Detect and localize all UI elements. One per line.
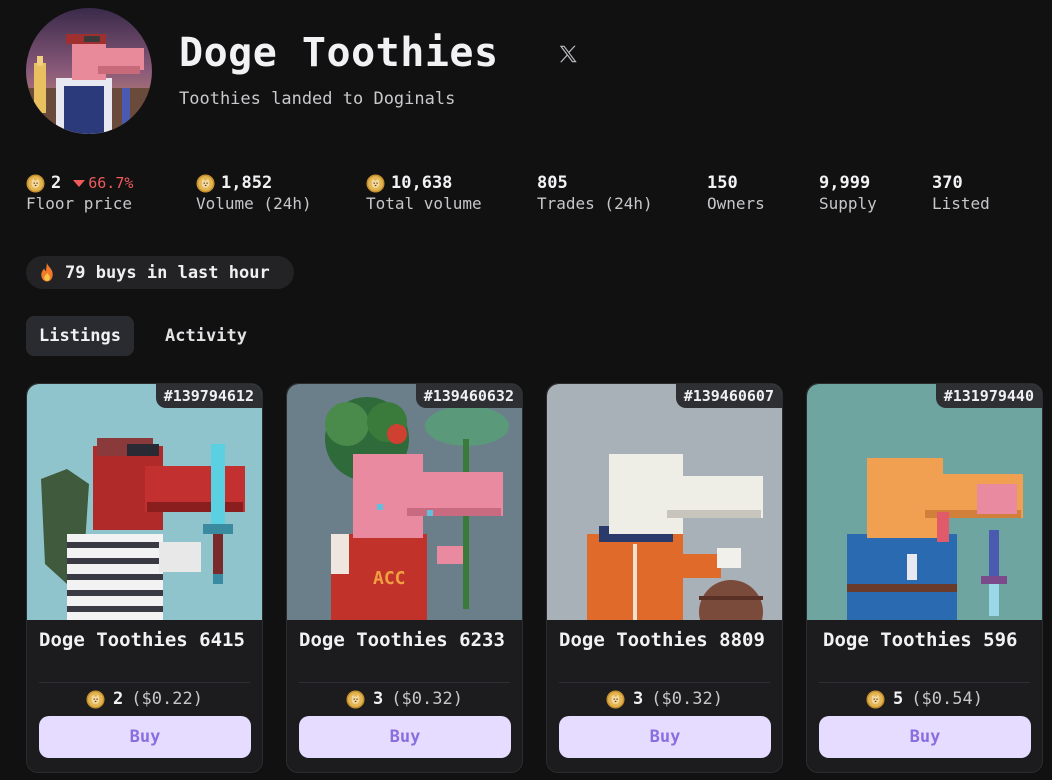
fire-icon — [41, 263, 53, 282]
buy-button[interactable]: Buy — [819, 716, 1031, 758]
divider — [299, 682, 510, 683]
doge-coin-icon — [366, 174, 385, 193]
buy-button[interactable]: Buy — [559, 716, 771, 758]
floor-price-value: 2 — [51, 173, 62, 193]
listing-name: Doge Toothies 8809 — [559, 629, 765, 651]
price-amount: 5 — [893, 689, 904, 709]
listing-price: 5 ($0.54) — [807, 689, 1042, 709]
stat-supply: 9,999 Supply — [819, 172, 877, 213]
buy-button[interactable]: Buy — [39, 716, 251, 758]
stat-label: Supply — [819, 194, 877, 213]
stat-floor-price: 2 66.7% Floor price — [26, 172, 133, 213]
doge-coin-icon — [606, 690, 625, 709]
listing-name: Doge Toothies 6233 — [299, 629, 505, 651]
doge-coin-icon — [196, 174, 215, 193]
recent-buys-pill: 79 buys in last hour — [26, 256, 294, 289]
down-arrow-icon — [73, 179, 86, 187]
nft-image — [807, 384, 1042, 620]
nft-image: ACC — [287, 384, 522, 620]
collection-subtitle: Toothies landed to Doginals — [179, 89, 456, 109]
stat-total-volume: 10,638 Total volume — [366, 172, 482, 213]
buy-button[interactable]: Buy — [299, 716, 511, 758]
doge-coin-icon — [346, 690, 365, 709]
recent-buys-text: 79 buys in last hour — [65, 262, 270, 283]
price-usd: ($0.22) — [131, 689, 203, 709]
inscription-id: #139460607 — [675, 384, 782, 408]
divider — [559, 682, 770, 683]
listing-price: 3 ($0.32) — [287, 689, 522, 709]
listing-card[interactable]: ACC #139460632 Doge Toothies 6233 3 ($0.… — [286, 383, 523, 773]
floor-price-change: 66.7% — [73, 174, 133, 192]
price-usd: ($0.32) — [391, 689, 463, 709]
tab-listings[interactable]: Listings — [26, 316, 134, 356]
divider — [819, 682, 1030, 683]
stat-volume-24h: 1,852 Volume (24h) — [196, 172, 312, 213]
stat-value: 9,999 — [819, 173, 871, 193]
price-usd: ($0.54) — [911, 689, 983, 709]
listing-card[interactable]: #139460607 Doge Toothies 8809 3 ($0.32) … — [546, 383, 783, 773]
inscription-id: #131979440 — [935, 384, 1042, 408]
stat-value: 150 — [707, 173, 738, 193]
floor-price-change-value: 66.7% — [88, 174, 134, 192]
nft-image — [547, 384, 782, 620]
listing-name: Doge Toothies 596 — [823, 629, 1018, 651]
listing-card[interactable]: #139794612 Doge Toothies 6415 2 ($0.22) … — [26, 383, 263, 773]
doge-coin-icon — [866, 690, 885, 709]
nft-image — [27, 384, 262, 620]
stat-label: Floor price — [26, 194, 132, 213]
listing-price: 2 ($0.22) — [27, 689, 262, 709]
stat-label: Total volume — [366, 194, 482, 213]
stat-owners: 150 Owners — [707, 172, 765, 213]
stat-label: Volume (24h) — [196, 194, 312, 213]
price-amount: 3 — [633, 689, 644, 709]
divider — [39, 682, 250, 683]
stat-listed: 370 Listed — [932, 172, 990, 213]
listing-name: Doge Toothies 6415 — [39, 629, 245, 651]
collection-avatar — [26, 8, 152, 134]
stat-value: 805 — [537, 173, 568, 193]
tab-activity[interactable]: Activity — [150, 316, 262, 356]
stat-value: 370 — [932, 173, 963, 193]
stat-label: Owners — [707, 194, 765, 213]
collection-title: Doge Toothies — [179, 30, 499, 76]
price-amount: 3 — [373, 689, 384, 709]
stat-trades-24h: 805 Trades (24h) — [537, 172, 653, 213]
price-amount: 2 — [113, 689, 124, 709]
listing-card[interactable]: #131979440 Doge Toothies 596 5 ($0.54) B… — [806, 383, 1043, 773]
inscription-id: #139460632 — [415, 384, 522, 408]
stat-label: Trades (24h) — [537, 194, 653, 213]
stat-value: 1,852 — [221, 173, 273, 193]
svg-text:ACC: ACC — [373, 568, 406, 589]
x-icon[interactable] — [557, 43, 579, 65]
doge-coin-icon — [86, 690, 105, 709]
price-usd: ($0.32) — [651, 689, 723, 709]
stat-label: Listed — [932, 194, 990, 213]
stat-value: 10,638 — [391, 173, 453, 193]
doge-coin-icon — [26, 174, 45, 193]
inscription-id: #139794612 — [155, 384, 262, 408]
listing-price: 3 ($0.32) — [547, 689, 782, 709]
